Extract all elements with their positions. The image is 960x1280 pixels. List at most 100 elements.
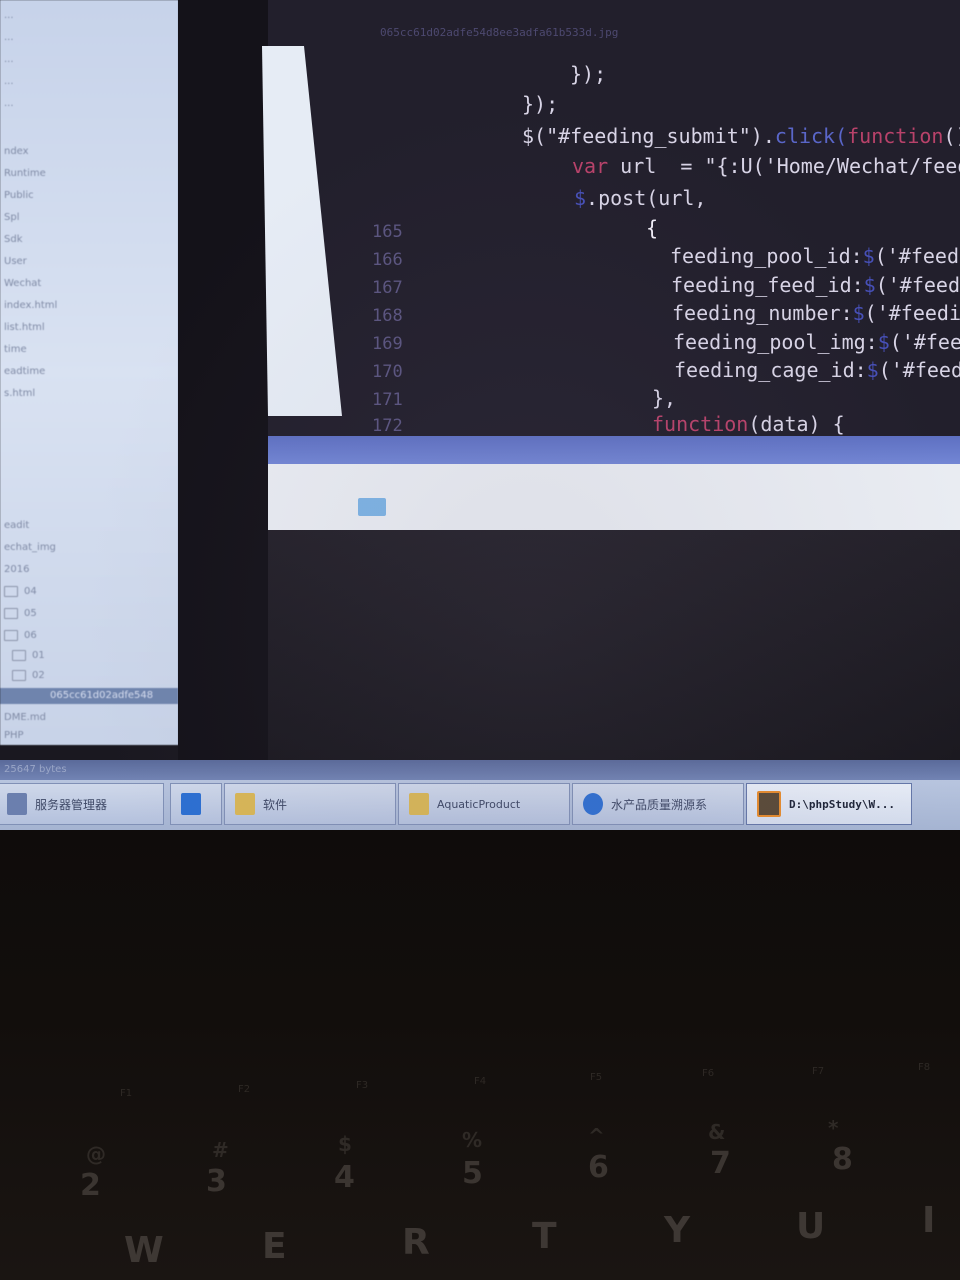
taskbar-item-browser[interactable]: 水产品质量溯源系 xyxy=(572,783,744,825)
explorer-item[interactable]: DME.md xyxy=(4,710,174,726)
panel-icon[interactable] xyxy=(358,498,386,516)
explorer-item[interactable]: Runtime xyxy=(4,166,174,182)
taskbar-item-aquaticproduct[interactable]: AquaticProduct xyxy=(398,783,570,825)
tree-folder-label: 05 xyxy=(24,608,37,619)
keyboard-key: 7 xyxy=(710,1146,731,1181)
code-token: ('#feedi xyxy=(875,273,960,297)
keyboard-key: F1 xyxy=(120,1088,133,1099)
explorer-item[interactable]: ... xyxy=(4,96,174,112)
tree-folder[interactable]: 06 xyxy=(4,628,174,644)
explorer-item[interactable]: User xyxy=(4,254,174,270)
file-explorer-panel: ... ... ... ... ... ndex Runtime Public … xyxy=(0,0,180,745)
code-token: .post(url, xyxy=(586,186,707,210)
keyboard-key: U xyxy=(796,1206,826,1247)
keyboard-key: 6 xyxy=(588,1150,609,1185)
code-token: ('#feedir xyxy=(878,358,960,382)
selected-file[interactable]: 065cc61d02adfe548 xyxy=(0,688,178,704)
code-token: $ xyxy=(866,358,879,382)
explorer-item[interactable]: eadtime xyxy=(4,364,174,380)
explorer-item[interactable]: Sdk xyxy=(4,232,174,248)
explorer-item[interactable]: Spl xyxy=(4,210,174,226)
code-line: $("#feeding_submit").click(function() xyxy=(522,124,960,148)
tree-folder[interactable]: 02 xyxy=(12,668,182,684)
taskbar-item-label: 软件 xyxy=(263,797,288,812)
tree-folder[interactable]: 05 xyxy=(4,606,174,622)
taskbar-item-folder-software[interactable]: 软件 xyxy=(224,783,396,825)
keyboard-key: T xyxy=(532,1216,557,1257)
code-line: }); xyxy=(570,62,607,86)
keyboard-key: F4 xyxy=(474,1076,487,1087)
explorer-item[interactable]: ... xyxy=(4,30,174,46)
keyboard-key: 5 xyxy=(462,1156,483,1191)
taskbar-item-sublime-text[interactable]: D:\phpStudy\W... xyxy=(746,783,912,825)
monitor-screen: ... ... ... ... ... ndex Runtime Public … xyxy=(0,0,960,830)
folder-icon xyxy=(235,793,255,815)
code-token: var xyxy=(572,154,609,178)
code-line: function(data) { xyxy=(652,412,845,436)
editor-scrollbar[interactable] xyxy=(268,436,960,466)
code-line: feeding_pool_id:$('#feedi xyxy=(670,244,960,268)
code-line: }, xyxy=(652,386,677,410)
code-token: ('#feedi xyxy=(874,244,960,268)
code-line: feeding_cage_id:$('#feedir xyxy=(674,358,960,382)
taskbar-item-label: D:\phpStudy\W... xyxy=(789,797,895,811)
explorer-item[interactable]: s.html xyxy=(4,386,174,402)
folder-icon xyxy=(4,585,18,597)
keyboard-key: F8 xyxy=(918,1062,931,1073)
folder-open-icon xyxy=(12,669,26,681)
code-token: $ xyxy=(877,330,890,354)
keyboard-key: F5 xyxy=(590,1072,603,1083)
code-line: feeding_pool_img:$('#feedi xyxy=(673,330,960,354)
status-bar xyxy=(0,760,960,782)
keyboard-key: % xyxy=(462,1128,483,1152)
code-token: feeding_cage_id: xyxy=(674,358,867,382)
code-token: $ xyxy=(862,244,875,268)
explorer-item[interactable]: Wechat xyxy=(4,276,174,292)
editor-tab-title[interactable]: 065cc61d02adfe54d8ee3adfa61b533d.jpg xyxy=(380,26,618,39)
status-text: 25647 bytes xyxy=(4,764,67,775)
explorer-item[interactable]: ... xyxy=(4,74,174,90)
server-manager-icon xyxy=(7,793,27,815)
taskbar-item-server-manager[interactable]: 服务器管理器 xyxy=(0,783,164,825)
code-line: feeding_feed_id:$('#feedi xyxy=(671,273,960,297)
tree-folder[interactable]: 2016 xyxy=(4,562,174,578)
code-token: () xyxy=(943,124,960,148)
powershell-icon xyxy=(181,793,201,815)
line-number: 167 xyxy=(372,278,403,298)
explorer-item[interactable]: PHP xyxy=(4,728,174,744)
keyboard-key: * xyxy=(828,1116,839,1140)
line-number: 171 xyxy=(372,390,403,410)
code-token: url = "{:U('Home/Wechat/feedi xyxy=(608,154,960,178)
folder-icon xyxy=(4,629,18,641)
keyboard-key: F2 xyxy=(238,1084,251,1095)
explorer-item[interactable]: index.html xyxy=(4,298,174,314)
code-token: click xyxy=(774,124,836,148)
explorer-item[interactable]: ndex xyxy=(4,144,174,160)
tree-folder[interactable]: eadit xyxy=(4,518,174,534)
code-token: ('#feeding xyxy=(864,301,960,325)
explorer-item[interactable]: ... xyxy=(4,8,174,24)
explorer-item[interactable]: time xyxy=(4,342,174,358)
tree-folder-label: 02 xyxy=(32,670,45,681)
code-line: }); xyxy=(522,92,559,116)
keyboard-key: F7 xyxy=(812,1066,825,1077)
editor-console-panel xyxy=(268,464,960,530)
explorer-item[interactable]: Public xyxy=(4,188,174,204)
explorer-item[interactable]: list.html xyxy=(4,320,174,336)
code-token: function xyxy=(847,124,944,148)
taskbar-item-powershell[interactable] xyxy=(170,783,222,825)
empty-desktop-area xyxy=(268,530,960,760)
code-line: var url = "{:U('Home/Wechat/feedi xyxy=(572,154,960,178)
taskbar-item-label: 水产品质量溯源系 xyxy=(611,797,708,812)
code-token: $ xyxy=(852,301,865,325)
tree-folder[interactable]: echat_img xyxy=(4,540,174,556)
line-number: 168 xyxy=(372,306,403,326)
keyboard-key: 8 xyxy=(832,1142,853,1177)
tree-folder[interactable]: 01 xyxy=(12,648,182,664)
code-line: $.post(url, xyxy=(574,186,706,210)
line-number: 165 xyxy=(372,222,403,242)
taskbar-item-label: AquaticProduct xyxy=(437,797,521,811)
tree-folder[interactable]: 04 xyxy=(4,584,174,600)
code-token: feeding_feed_id: xyxy=(671,273,864,297)
explorer-item[interactable]: ... xyxy=(4,52,174,68)
